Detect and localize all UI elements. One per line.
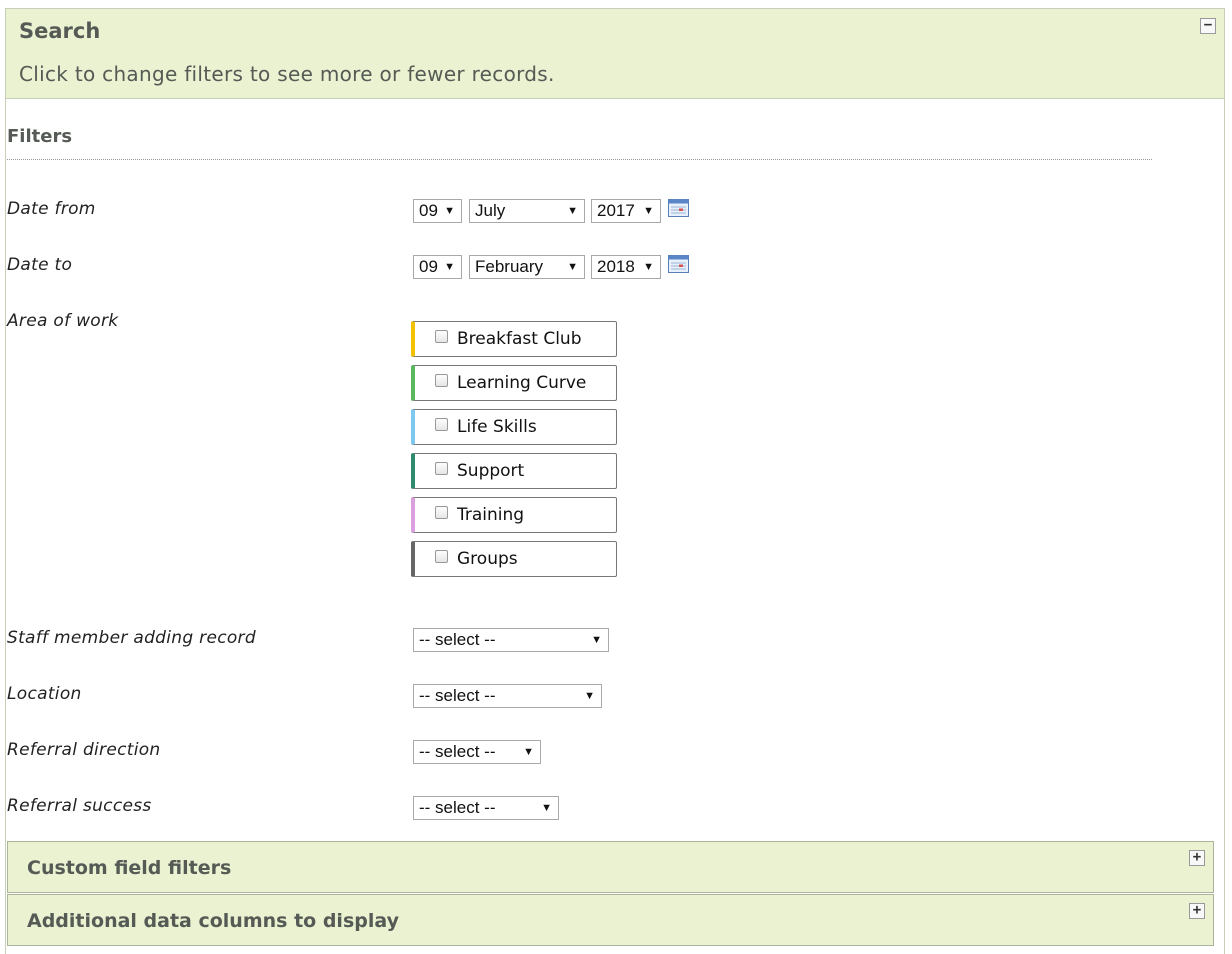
dropdown-arrow-icon: ▼ — [591, 634, 602, 646]
search-subtitle: Click to change filters to see more or f… — [19, 62, 555, 86]
dropdown-arrow-icon: ▼ — [444, 205, 455, 217]
collapse-icon[interactable]: − — [1200, 18, 1216, 34]
date-to-day-select[interactable]: 09 ▼ — [413, 255, 462, 279]
area-of-work-label: Area of work — [7, 311, 119, 331]
dropdown-arrow-icon: ▼ — [643, 261, 654, 273]
additional-columns-panel[interactable]: Additional data columns to display + — [7, 894, 1214, 946]
date-to-day-value: 09 — [419, 257, 438, 276]
date-to-month-select[interactable]: February ▼ — [469, 255, 585, 279]
area-of-work-item-label: Groups — [457, 549, 518, 569]
referral-success-value: -- select -- — [419, 798, 496, 817]
additional-columns-title: Additional data columns to display — [27, 910, 399, 932]
location-select[interactable]: -- select -- ▼ — [413, 684, 602, 708]
filters-heading: Filters — [7, 126, 73, 147]
location-value: -- select -- — [419, 686, 496, 705]
expand-icon[interactable]: + — [1189, 850, 1205, 866]
calendar-icon[interactable] — [668, 199, 689, 217]
area-of-work-item[interactable]: Breakfast Club — [411, 321, 617, 357]
date-to-year-select[interactable]: 2018 ▼ — [591, 255, 661, 279]
area-of-work-item-label: Learning Curve — [457, 373, 587, 393]
referral-direction-select[interactable]: -- select -- ▼ — [413, 740, 541, 764]
area-of-work-item-label: Life Skills — [457, 417, 537, 437]
date-from-day-select[interactable]: 09 ▼ — [413, 199, 462, 223]
referral-success-select[interactable]: -- select -- ▼ — [413, 796, 559, 820]
area-of-work-item[interactable]: Training — [411, 497, 617, 533]
dropdown-arrow-icon: ▼ — [584, 690, 595, 702]
date-from-year-select[interactable]: 2017 ▼ — [591, 199, 661, 223]
calendar-icon[interactable] — [668, 255, 689, 273]
date-to-label: Date to — [7, 255, 73, 275]
location-label: Location — [7, 684, 82, 704]
staff-member-select[interactable]: -- select -- ▼ — [413, 628, 609, 652]
area-of-work-item[interactable]: Learning Curve — [411, 365, 617, 401]
referral-direction-label: Referral direction — [7, 740, 161, 760]
dropdown-arrow-icon: ▼ — [567, 205, 578, 217]
area-of-work-item-label: Breakfast Club — [457, 329, 582, 349]
expand-icon[interactable]: + — [1189, 903, 1205, 919]
checkbox[interactable] — [435, 418, 448, 431]
area-of-work-item[interactable]: Groups — [411, 541, 617, 577]
date-to-month-value: February — [475, 257, 544, 276]
date-from-day-value: 09 — [419, 201, 438, 220]
checkbox[interactable] — [435, 506, 448, 519]
date-from-month-select[interactable]: July ▼ — [469, 199, 585, 223]
search-title: Search — [19, 19, 101, 43]
search-panel-header[interactable]: Search Click to change filters to see mo… — [6, 9, 1224, 99]
dropdown-arrow-icon: ▼ — [444, 261, 455, 273]
dropdown-arrow-icon: ▼ — [523, 746, 534, 758]
custom-field-filters-panel[interactable]: Custom field filters + — [7, 841, 1214, 893]
custom-field-filters-title: Custom field filters — [27, 857, 232, 879]
checkbox[interactable] — [435, 550, 448, 563]
area-of-work-item[interactable]: Life Skills — [411, 409, 617, 445]
dropdown-arrow-icon: ▼ — [643, 205, 654, 217]
date-from-month-value: July — [475, 201, 506, 220]
referral-success-label: Referral success — [7, 796, 152, 816]
date-from-label: Date from — [7, 199, 96, 219]
checkbox[interactable] — [435, 374, 448, 387]
staff-member-label: Staff member adding record — [7, 628, 256, 648]
area-of-work-item[interactable]: Support — [411, 453, 617, 489]
checkbox[interactable] — [435, 462, 448, 475]
area-of-work-item-label: Training — [457, 505, 525, 525]
area-of-work-item-label: Support — [457, 461, 525, 481]
filters-divider — [7, 159, 1152, 160]
dropdown-arrow-icon: ▼ — [541, 802, 552, 814]
date-from-year-value: 2017 — [597, 201, 635, 220]
staff-member-value: -- select -- — [419, 630, 496, 649]
dropdown-arrow-icon: ▼ — [567, 261, 578, 273]
checkbox[interactable] — [435, 330, 448, 343]
referral-direction-value: -- select -- — [419, 742, 496, 761]
date-to-year-value: 2018 — [597, 257, 635, 276]
